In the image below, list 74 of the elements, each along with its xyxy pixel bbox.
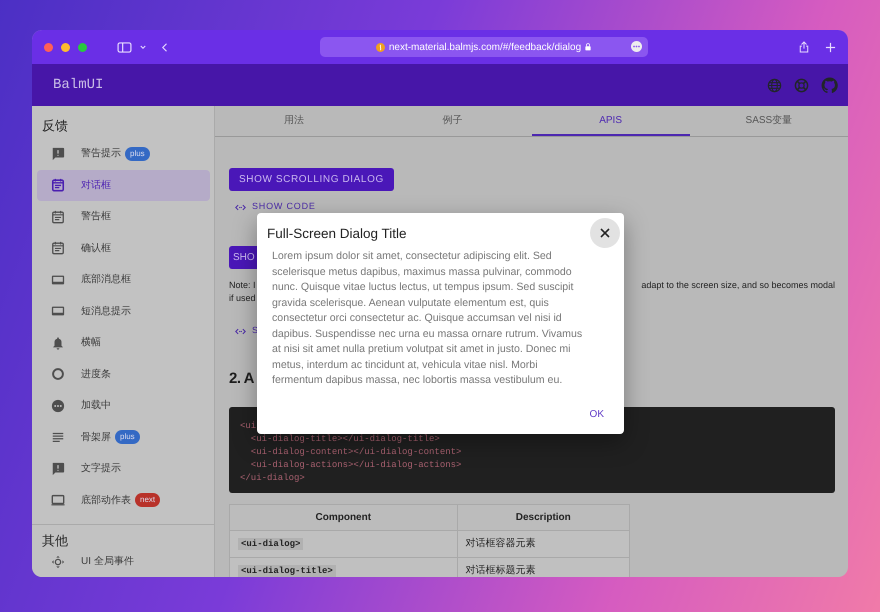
site-favicon-icon bbox=[376, 42, 385, 52]
badge-tag: plus bbox=[125, 146, 150, 161]
maximize-window-button[interactable] bbox=[78, 42, 87, 52]
sidebar-toggle-icon[interactable] bbox=[117, 42, 132, 52]
code-cell: <ui-dialog-title> bbox=[238, 564, 336, 576]
badge-tag: next bbox=[135, 493, 160, 508]
tab[interactable]: 例子 bbox=[373, 106, 532, 136]
sidebar-item[interactable]: 对话框 bbox=[37, 170, 210, 201]
address-bar[interactable]: next-material.balmjs.com/#/feedback/dialog bbox=[320, 37, 648, 57]
sidebar-item[interactable]: 骨架屏 plus bbox=[37, 422, 210, 453]
code-icon bbox=[235, 204, 246, 210]
sidebar-item[interactable]: 短消息提示 bbox=[37, 296, 210, 327]
message-alert-icon bbox=[51, 462, 65, 476]
code-line: <ui bbox=[240, 420, 256, 433]
note-text: if used bbox=[229, 292, 256, 305]
ellipsis-icon bbox=[51, 398, 65, 413]
code-line: <ui-dialog-content></ui-dialog-content> bbox=[250, 446, 462, 459]
tab[interactable]: APIS bbox=[532, 106, 690, 136]
dialog-title: Full-Screen Dialog Title bbox=[267, 226, 407, 242]
panel-icon bbox=[51, 272, 65, 287]
dialog-body-text: Lorem ipsum dolor sit amet, consectetur adipiscing elit. Sed scelerisque metus dapibus, maximus massa pulvinar, commodo nunc. Quisque vitae luctus lectus, ut tempus ipsum. Sed suscipit gravida scelerisque. Aenean vulputate elementum est, quis consectetur orci consectetur ac. Quisque accumsan vel nisi id dapibus. Suspendisse nec urna eu massa ornare rutrum. Vivamus at nisi sit amet nulla pretium volutpat sit amet in justo. Donec mi metus, interdum ac tincidunt at, vehicula vitae nisl. Morbi fermentum dapibus massa, nec lobortis massa vestibulum eu. bbox=[272, 249, 584, 388]
sidebar-item[interactable]: 横幅 bbox=[37, 327, 210, 358]
close-icon bbox=[600, 228, 610, 238]
section-heading: 其他 bbox=[32, 524, 214, 546]
sidebar-item[interactable]: 底部消息框 bbox=[37, 264, 210, 296]
close-button[interactable] bbox=[590, 218, 620, 248]
chevron-down-icon[interactable] bbox=[140, 44, 146, 50]
table-cell: 对话框容器元素 bbox=[457, 530, 630, 557]
note-text: Note: I bbox=[229, 279, 256, 292]
show-dialog-button[interactable]: SHOW SCROLLING DIALOG bbox=[229, 168, 394, 191]
minimize-window-button[interactable] bbox=[61, 42, 70, 52]
sidebar-item[interactable]: 进度条 bbox=[37, 358, 210, 390]
tab[interactable]: SASS变量 bbox=[690, 106, 848, 136]
url-text: next-material.balmjs.com/#/feedback/dialog bbox=[388, 40, 582, 54]
plus-icon[interactable] bbox=[825, 42, 836, 52]
code-icon bbox=[235, 328, 246, 334]
lines-icon bbox=[51, 430, 65, 444]
panel-icon bbox=[51, 304, 65, 318]
section-heading: 反馈 bbox=[41, 117, 69, 135]
bell-icon bbox=[51, 336, 65, 350]
show-dialog-button[interactable]: SHO bbox=[229, 246, 257, 269]
badge-tag: plus bbox=[115, 430, 140, 444]
back-icon[interactable] bbox=[162, 42, 168, 52]
sidebar-item[interactable]: 警告框 bbox=[37, 201, 210, 232]
sidebar-item[interactable]: 加载中 bbox=[37, 390, 210, 422]
sidebar-item[interactable]: 警告提示 plus bbox=[37, 138, 210, 170]
sidebar-item[interactable]: 底部动作表 next bbox=[37, 484, 210, 516]
ring-icon bbox=[51, 367, 65, 382]
section-heading: 2. A bbox=[229, 370, 254, 388]
show-code-link[interactable]: SHOW CODE bbox=[252, 200, 316, 214]
sidebar-item[interactable]: UI 全局事件 bbox=[37, 546, 210, 577]
move-icon bbox=[51, 554, 65, 569]
lock-icon bbox=[585, 43, 592, 51]
table-cell: 对话框标题元素 bbox=[457, 557, 630, 577]
sidebar-item[interactable]: 确认框 bbox=[37, 232, 210, 264]
code-line: </ui-dialog> bbox=[240, 472, 305, 485]
code-cell: <ui-dialog> bbox=[238, 538, 304, 550]
tab[interactable]: 用法 bbox=[215, 106, 374, 136]
message-alert-icon bbox=[51, 146, 65, 161]
app-title: BalmUI bbox=[53, 76, 104, 94]
ok-button[interactable]: OK bbox=[584, 402, 610, 426]
screen-icon bbox=[51, 493, 65, 508]
close-window-button[interactable] bbox=[44, 42, 53, 52]
more-icon[interactable] bbox=[630, 41, 642, 52]
calendar-icon bbox=[51, 210, 65, 224]
calendar-icon bbox=[51, 178, 65, 192]
calendar-icon bbox=[51, 241, 65, 256]
sidebar-item[interactable]: 文字提示 bbox=[37, 453, 210, 484]
code-line: <ui-dialog-title></ui-dialog-title> bbox=[250, 433, 440, 446]
column-header: Description bbox=[457, 504, 630, 530]
share-icon[interactable] bbox=[799, 41, 809, 53]
code-line: <ui-dialog-actions></ui-dialog-actions> bbox=[250, 459, 462, 472]
column-header: Component bbox=[230, 504, 458, 530]
note-text: adapt to the screen size, and so becomes modal bbox=[641, 279, 835, 292]
